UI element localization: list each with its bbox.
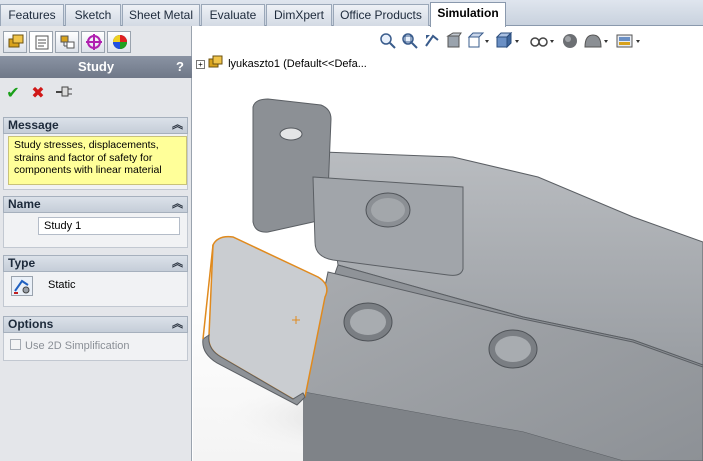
configuration-manager-tab[interactable] — [55, 31, 79, 53]
use-2d-simplification-option[interactable]: Use 2D Simplification — [10, 339, 130, 352]
property-manager-title: Study ? — [0, 56, 192, 78]
name-header-label: Name — [8, 197, 41, 211]
view-orientation-icon[interactable] — [467, 32, 491, 50]
tab-simulation[interactable]: Simulation — [430, 2, 506, 27]
study-type-label: Static — [48, 279, 76, 291]
collapse-icon[interactable]: ︽ — [172, 197, 183, 212]
graphics-area[interactable]: + lyukaszto1 (Default<<Defa... — [193, 27, 703, 461]
type-header-label: Type — [8, 256, 36, 270]
feature-manager-icon — [8, 34, 24, 48]
part-model[interactable] — [193, 27, 703, 461]
view-settings-icon[interactable] — [615, 32, 645, 50]
static-study-icon — [14, 279, 30, 294]
manager-tabs — [0, 26, 192, 56]
tab-office-products[interactable]: Office Products — [333, 4, 429, 26]
zoom-to-fit-icon[interactable] — [379, 32, 397, 50]
collapse-icon[interactable]: ︽ — [172, 256, 183, 271]
property-manager-panel: Study ? ✔ ✖ Message ︽ Study stresses, di… — [0, 26, 192, 461]
expand-toggle[interactable]: + — [196, 60, 205, 69]
dimxpert-manager-icon — [86, 34, 102, 50]
pin-button[interactable] — [54, 84, 74, 104]
type-section-body: Static — [3, 272, 188, 307]
study-title-label: Study — [77, 59, 115, 74]
hide-show-items-icon[interactable] — [529, 32, 557, 50]
part-name-label: lyukaszto1 (Default<<Defa... — [228, 58, 367, 70]
static-study-button[interactable] — [11, 276, 33, 296]
tab-sheet-metal[interactable]: Sheet Metal — [122, 4, 200, 26]
ok-button[interactable]: ✔ — [3, 84, 23, 104]
tab-dimxpert[interactable]: DimXpert — [266, 4, 332, 26]
message-section-header[interactable]: Message ︽ — [3, 117, 188, 134]
property-manager-icon — [35, 35, 49, 50]
message-text: Study stresses, displacements, strains a… — [8, 136, 187, 185]
dimxpert-manager-tab[interactable] — [81, 31, 105, 53]
display-manager-tab[interactable] — [107, 31, 131, 53]
use-2d-simplification-checkbox[interactable] — [10, 339, 21, 350]
heads-up-view-toolbar — [379, 30, 659, 52]
help-button[interactable]: ? — [176, 56, 184, 78]
options-section-header[interactable]: Options ︽ — [3, 316, 188, 333]
options-section-body: Use 2D Simplification — [3, 333, 188, 361]
zoom-to-area-icon[interactable] — [401, 32, 419, 50]
message-section-body: Study stresses, displacements, strains a… — [3, 134, 188, 190]
tab-features[interactable]: Features — [0, 4, 64, 26]
property-manager-tab[interactable] — [29, 31, 53, 53]
action-buttons: ✔ ✖ — [0, 82, 192, 106]
feature-tree-flyout[interactable]: + lyukaszto1 (Default<<Defa... — [196, 55, 367, 70]
apply-scene-icon[interactable] — [583, 32, 611, 50]
tab-sketch[interactable]: Sketch — [65, 4, 121, 26]
name-section-header[interactable]: Name ︽ — [3, 196, 188, 213]
feature-manager-tab[interactable] — [3, 31, 27, 53]
collapse-icon[interactable]: ︽ — [172, 118, 183, 133]
part-icon — [208, 55, 223, 68]
message-header-label: Message — [8, 118, 59, 132]
name-section-body: Study 1 — [3, 213, 188, 248]
collapse-icon[interactable]: ︽ — [172, 317, 183, 332]
tab-evaluate[interactable]: Evaluate — [201, 4, 265, 26]
edit-appearance-icon[interactable] — [561, 32, 579, 50]
use-2d-simplification-label: Use 2D Simplification — [25, 340, 130, 352]
previous-view-icon[interactable] — [423, 32, 441, 50]
pushpin-icon — [56, 86, 72, 97]
ribbon-tab-bar: Features Sketch Sheet Metal Evaluate Dim… — [0, 0, 703, 27]
cancel-button[interactable]: ✖ — [28, 84, 48, 104]
type-section-header[interactable]: Type ︽ — [3, 255, 188, 272]
study-name-input[interactable]: Study 1 — [38, 217, 180, 235]
options-header-label: Options — [8, 317, 54, 331]
display-manager-icon — [113, 35, 127, 49]
display-style-icon[interactable] — [495, 32, 521, 50]
configuration-manager-icon — [60, 35, 75, 49]
section-view-icon[interactable] — [445, 32, 463, 50]
